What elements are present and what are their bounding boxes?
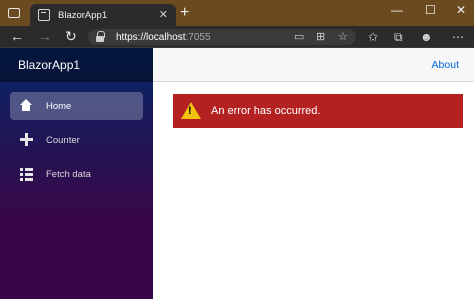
app-brand[interactable]: BlazorApp1 [18, 58, 80, 72]
nav-item-label: Home [46, 100, 72, 112]
address-bar[interactable]: https://localhost:7055 ▭ ⊞ ☆ [88, 29, 356, 45]
favicon-icon [38, 9, 50, 21]
browser-tab[interactable]: BlazorApp1 ✕ [30, 4, 176, 26]
device-icon[interactable]: ▭ [294, 30, 304, 44]
home-icon [20, 99, 34, 113]
browser-titlebar: BlazorApp1 ✕ + — ☐ ✕ [0, 0, 474, 26]
list-icon [20, 167, 34, 181]
tab-title: BlazorApp1 [58, 9, 108, 21]
nav-item-counter[interactable]: Counter [10, 126, 143, 154]
nav-item-label: Counter [46, 134, 80, 146]
url-host: https://localhost [116, 31, 186, 43]
close-window-button[interactable]: ✕ [456, 2, 466, 18]
nav-item-home[interactable]: Home [10, 92, 143, 120]
url-text: https://localhost:7055 [116, 32, 211, 43]
forward-button[interactable]: → [38, 28, 52, 44]
refresh-button[interactable]: ↻ [65, 28, 77, 44]
nav-item-fetch-data[interactable]: Fetch data [10, 160, 143, 188]
brand-bar: BlazorApp1 [0, 48, 153, 82]
error-message: An error has occurred. [211, 105, 321, 117]
maximize-button[interactable]: ☐ [425, 2, 436, 18]
more-icon[interactable]: ⋯ [452, 29, 464, 45]
grid-icon[interactable]: ⊞ [316, 30, 325, 44]
collections-icon[interactable]: ⧉ [394, 29, 403, 45]
error-banner: An error has occurred. [173, 94, 463, 128]
tab-close-icon[interactable]: ✕ [159, 9, 168, 21]
top-row: About [153, 48, 474, 82]
new-tab-button[interactable]: + [180, 5, 189, 21]
about-link[interactable]: About [432, 59, 459, 71]
nav-item-label: Fetch data [46, 168, 91, 180]
plus-icon [20, 133, 34, 147]
lock-icon[interactable] [94, 31, 106, 43]
star-add-icon[interactable]: ☆ [338, 30, 348, 44]
sidebar: BlazorApp1 Home Counter Fetch data [0, 48, 153, 299]
tab-actions-icon[interactable] [8, 8, 20, 18]
back-button[interactable]: ← [10, 28, 24, 44]
warning-icon [181, 102, 203, 120]
minimize-button[interactable]: — [391, 2, 403, 18]
favorites-icon[interactable]: ✩ [368, 29, 378, 45]
browser-toolbar: ← → ↻ https://localhost:7055 ▭ ⊞ ☆ ✩ ⧉ ☻… [0, 26, 474, 48]
url-port: :7055 [185, 31, 211, 43]
profile-icon[interactable]: ☻ [420, 29, 433, 45]
main-content: About An error has occurred. [153, 48, 474, 299]
